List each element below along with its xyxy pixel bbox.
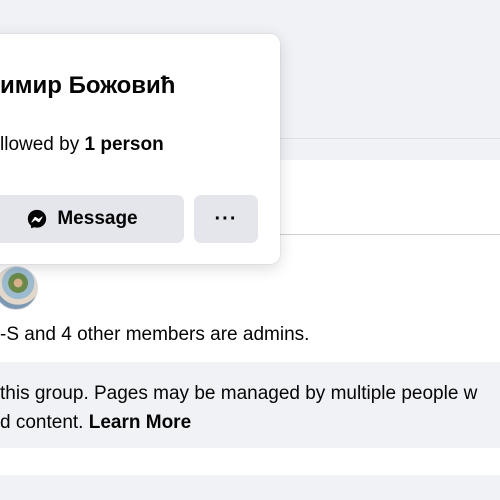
admins-summary: -S and 4 other members are admins.	[0, 324, 310, 345]
followed-by-count[interactable]: 1 person	[85, 134, 164, 155]
pages-info-line-1: this group. Pages may be managed by mult…	[0, 383, 478, 404]
message-button-label: Message	[57, 208, 138, 229]
panel-separator	[270, 234, 500, 235]
bottom-gap	[0, 475, 500, 500]
followed-by-text: llowed by 1 person	[0, 134, 164, 156]
pages-info-line-2-prefix: d content.	[0, 412, 89, 433]
followed-by-prefix: llowed by	[0, 134, 85, 155]
more-dots-icon: ···	[214, 207, 238, 230]
messenger-icon	[28, 209, 47, 229]
profile-hover-card: имир Божовић llowed by 1 person Message …	[0, 34, 280, 264]
message-button[interactable]: Message	[0, 195, 184, 243]
more-options-button[interactable]: ···	[194, 195, 258, 243]
profile-name[interactable]: имир Божовић	[0, 72, 175, 100]
learn-more-link[interactable]: Learn More	[89, 412, 191, 433]
pages-info-text: this group. Pages may be managed by mult…	[0, 379, 500, 437]
pages-info-line-2: d content. Learn More	[0, 408, 500, 437]
